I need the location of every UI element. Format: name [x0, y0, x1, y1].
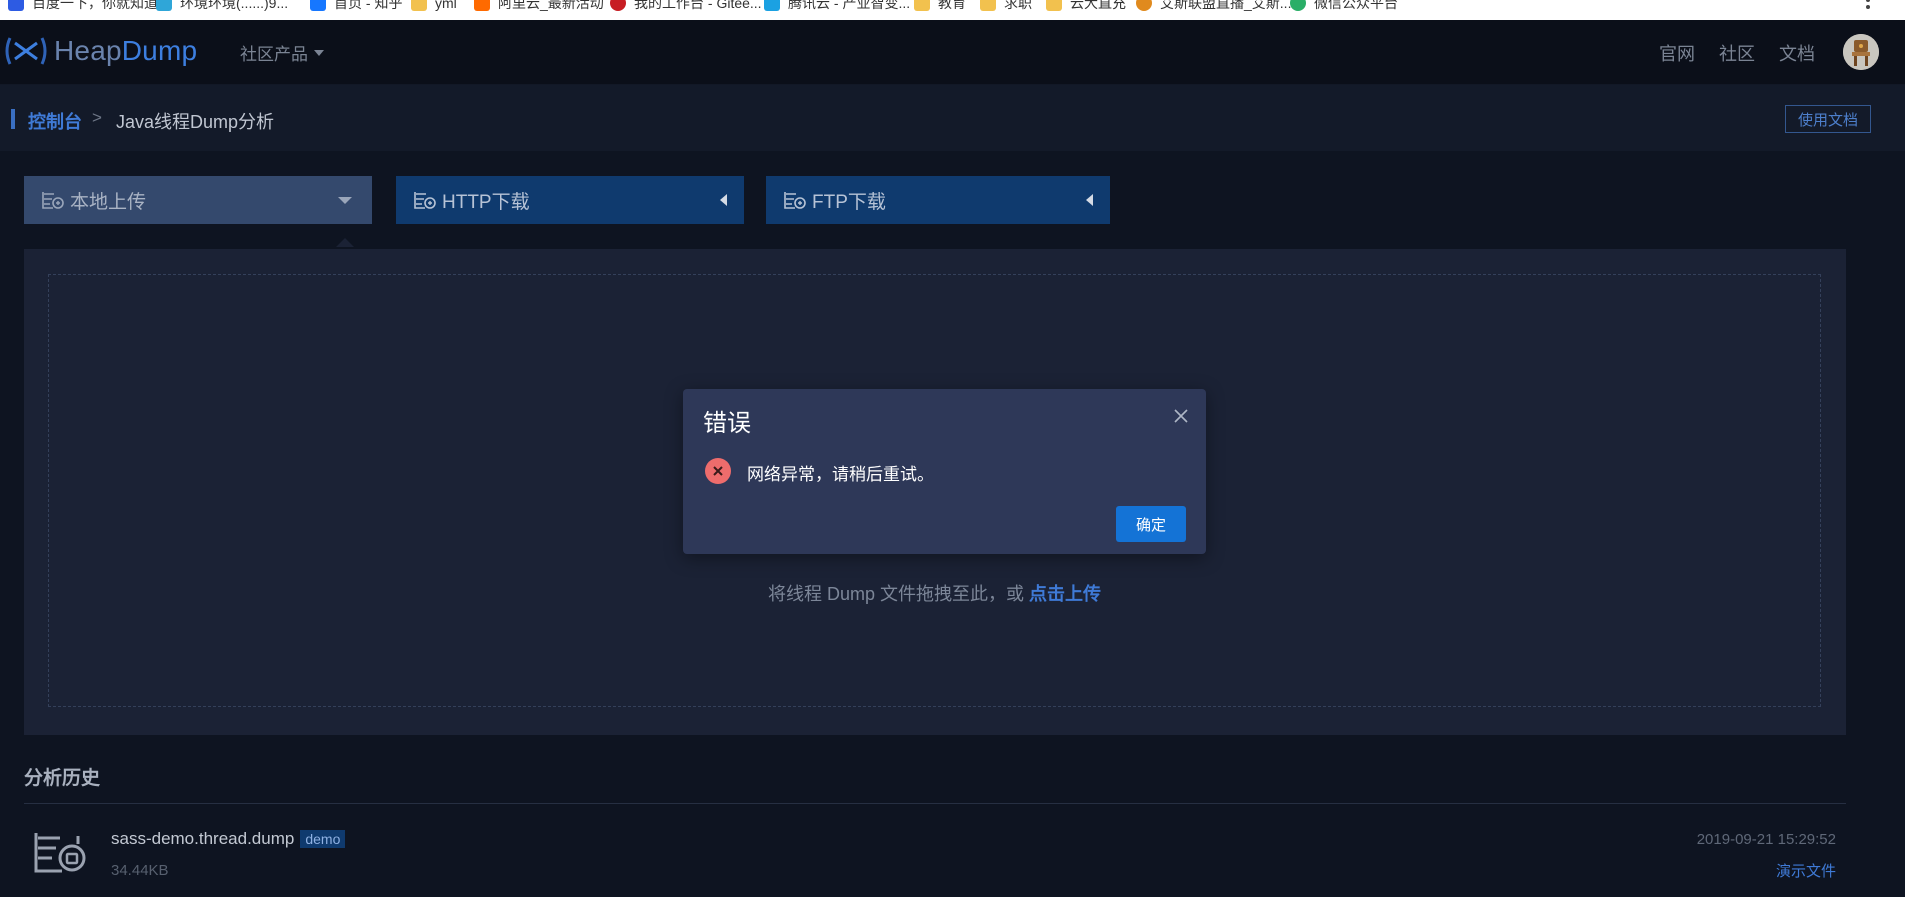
bookmark-label: 百度一下，你就知道: [32, 0, 158, 11]
dropzone-hint: 将线程 Dump 文件拖拽至此，或 点击上传: [767, 584, 1102, 604]
breadcrumb: 控制台 > Java线程Dump分析 使用文档: [0, 85, 1905, 151]
logo-icon: [5, 37, 47, 65]
history-filesize: 34.44KB: [111, 862, 169, 879]
error-dialog: 错误 网络异常，请稍后重试。 确定: [683, 389, 1206, 554]
bookmark-item[interactable]: 微信公众平台: [1290, 0, 1398, 14]
bookmark-favicon-icon: [610, 0, 626, 11]
bookmark-favicon-icon: [474, 0, 490, 11]
tab-http-download[interactable]: HTTP下载: [396, 176, 744, 224]
bookmark-label: 腾讯云 - 产业智变...: [788, 0, 911, 11]
folder-icon: [914, 0, 930, 11]
tab-label: 本地上传: [70, 191, 147, 213]
folder-icon: [980, 0, 996, 11]
bookmark-label: yml: [435, 0, 457, 11]
confirm-button[interactable]: 确定: [1116, 506, 1186, 542]
bookmark-item[interactable]: 云大直充: [1046, 0, 1126, 14]
bookmarks-bar: 百度一下，你就知道 环境环境(......)9... 首页 - 知乎 yml 阿…: [0, 0, 1905, 20]
history-filename[interactable]: sass-demo.thread.dump demo: [111, 829, 346, 849]
bookmark-item[interactable]: 百度一下，你就知道: [8, 0, 158, 14]
bookmark-label: 教育: [938, 0, 966, 11]
wechat-icon: [1290, 0, 1306, 11]
tab-ftp-download[interactable]: FTP下载: [766, 176, 1110, 224]
demo-file-link[interactable]: 演示文件: [1776, 860, 1836, 881]
bookmark-label: 我的工作台 - Gitee...: [634, 0, 762, 11]
bookmark-label: 阿里云_最新活动: [498, 0, 604, 11]
tab-label: HTTP下载: [442, 191, 530, 213]
bookmark-label: 艾斯联盟直播_艾斯...: [1160, 0, 1292, 11]
bookmark-item[interactable]: yml: [411, 0, 457, 14]
file-upload-icon: [42, 190, 64, 210]
bookmark-item[interactable]: 首页 - 知乎: [310, 0, 402, 14]
dialog-message: 网络异常，请稍后重试。: [747, 465, 934, 484]
bookmark-favicon-icon: [310, 0, 326, 11]
nav-links: 官网 社区 文档: [1659, 40, 1815, 66]
nav-link-docs[interactable]: 文档: [1779, 40, 1815, 66]
http-download-icon: [414, 190, 436, 210]
history-item[interactable]: sass-demo.thread.dump demo 34.44KB 2019-…: [24, 820, 1846, 897]
bookmark-item[interactable]: 阿里云_最新活动: [474, 0, 604, 14]
ftp-download-icon: [784, 190, 806, 210]
nav-link-official-site[interactable]: 官网: [1659, 40, 1695, 66]
page-title: Java线程Dump分析: [116, 112, 275, 132]
bookmark-item[interactable]: 求职: [980, 0, 1032, 14]
dump-file-icon: [34, 830, 88, 879]
bookmark-favicon-icon: [156, 0, 172, 11]
bookmark-label: 微信公众平台: [1314, 0, 1398, 11]
click-upload-link[interactable]: 点击上传: [1029, 584, 1101, 604]
tab-local-upload[interactable]: 本地上传: [24, 176, 372, 224]
history-title: 分析历史: [24, 768, 101, 789]
user-avatar-icon: [1843, 34, 1879, 70]
history-divider: [24, 803, 1846, 804]
products-menu[interactable]: 社区产品: [240, 40, 324, 65]
breadcrumb-accent-bar: [11, 109, 15, 129]
bookmark-label: 求职: [1004, 0, 1032, 11]
chevron-down-icon: [314, 49, 324, 56]
more-bookmarks-icon[interactable]: [1865, 0, 1871, 10]
bookmark-item[interactable]: 环境环境(......)9...: [156, 0, 288, 14]
breadcrumb-console-link[interactable]: 控制台: [28, 108, 82, 134]
top-navbar: HeapDump 社区产品 官网 社区 文档: [0, 20, 1905, 85]
close-icon[interactable]: [1174, 409, 1188, 428]
folder-icon: [1046, 0, 1062, 11]
folder-icon: [411, 0, 427, 11]
bookmark-label: 首页 - 知乎: [334, 0, 403, 11]
bookmark-item[interactable]: 教育: [914, 0, 966, 14]
caret-left-icon: [1086, 194, 1093, 206]
docs-button[interactable]: 使用文档: [1785, 105, 1871, 133]
caret-left-icon: [720, 194, 727, 206]
error-icon: [705, 458, 731, 484]
nav-link-community[interactable]: 社区: [1719, 40, 1755, 66]
caret-down-icon: [338, 197, 352, 204]
breadcrumb-separator: >: [92, 108, 102, 127]
bookmark-favicon-icon: [1136, 0, 1152, 11]
bookmark-item[interactable]: 艾斯联盟直播_艾斯...: [1136, 0, 1291, 14]
bookmark-label: 环境环境(......)9...: [180, 0, 289, 11]
bookmark-label: 云大直充: [1070, 0, 1126, 11]
logo[interactable]: HeapDump: [4, 34, 197, 68]
logo-text: HeapDump: [54, 35, 198, 66]
bookmark-item[interactable]: 我的工作台 - Gitee...: [610, 0, 762, 14]
active-tab-pointer: [336, 238, 354, 247]
bookmark-item[interactable]: 腾讯云 - 产业智变...: [764, 0, 910, 14]
tab-label: FTP下载: [812, 191, 886, 213]
avatar[interactable]: [1843, 34, 1879, 70]
dialog-title: 错误: [703, 410, 751, 437]
bookmark-favicon-icon: [8, 0, 24, 11]
demo-badge: demo: [300, 830, 346, 848]
history-timestamp: 2019-09-21 15:29:52: [1696, 831, 1836, 848]
bookmark-favicon-icon: [764, 0, 780, 11]
